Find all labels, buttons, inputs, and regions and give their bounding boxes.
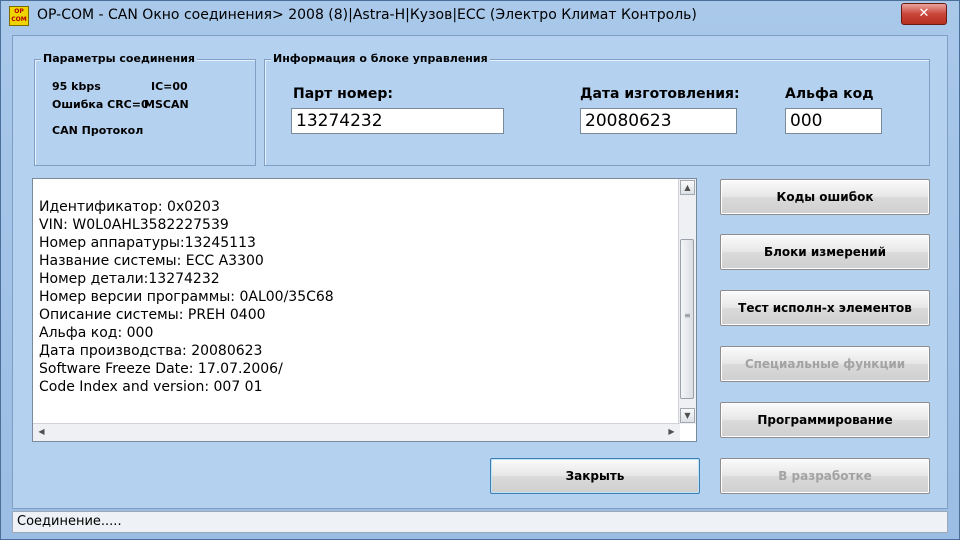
manufacture-date-field[interactable]: 20080623 — [580, 108, 737, 134]
info-line: Номер аппаратуры:13245113 — [39, 235, 256, 251]
special-functions-button[interactable]: Специальные функции — [720, 346, 930, 382]
info-line: Дата производства: 20080623 — [39, 343, 263, 359]
crc-error-count: Ошибка CRC=0 — [52, 98, 149, 111]
in-development-button[interactable]: В разработке — [720, 458, 930, 494]
part-number-field[interactable]: 13274232 — [291, 108, 504, 134]
close-window-button[interactable]: ✕ — [901, 3, 947, 25]
info-line: Идентификатор: 0x0203 — [39, 199, 220, 215]
part-number-label: Парт номер: — [293, 86, 394, 102]
window-title: OP-COM - CAN Окно соединения> 2008 (8)|A… — [37, 7, 697, 23]
measurement-blocks-button[interactable]: Блоки измерений — [720, 234, 930, 270]
fault-codes-button[interactable]: Коды ошибок — [720, 179, 930, 215]
info-line: Альфа код: 000 — [39, 325, 154, 341]
app-logo-icon: OP COM — [9, 6, 29, 26]
scroll-left-icon[interactable]: ◀ — [34, 425, 49, 440]
info-line: VIN: W0L0AHL3582227539 — [39, 217, 229, 233]
manufacture-date-label: Дата изготовления: — [580, 86, 740, 102]
mscan-label: MSCAN — [144, 98, 189, 111]
actuator-test-button[interactable]: Тест исполн-х элементов — [720, 290, 930, 326]
connection-speed: 95 kbps — [52, 80, 101, 93]
scroll-down-icon[interactable]: ▼ — [680, 408, 695, 423]
scroll-grip-icon: ≡ — [684, 311, 691, 320]
info-line: Название системы: ECC A3300 — [39, 253, 264, 269]
alpha-code-field[interactable]: 000 — [785, 108, 882, 134]
info-line: Номер версии программы: 0AL00/35C68 — [39, 289, 334, 305]
status-text: Соединение..... — [17, 514, 122, 529]
connection-ic: IC=00 — [151, 80, 188, 93]
status-bar: Соединение..... — [12, 511, 948, 533]
ecu-info-title: Информация о блоке управления — [271, 52, 490, 65]
programming-button[interactable]: Программирование — [720, 402, 930, 438]
close-button[interactable]: Закрыть — [490, 458, 700, 494]
info-line: Описание системы: PREH 0400 — [39, 307, 266, 323]
scroll-up-icon[interactable]: ▲ — [680, 180, 695, 195]
vertical-scrollbar[interactable]: ▲ ≡ ▼ — [678, 179, 696, 424]
app-window: OP COM OP-COM - CAN Окно соединения> 200… — [0, 0, 960, 540]
connection-params-title: Параметры соединения — [41, 52, 197, 65]
alpha-code-label: Альфа код — [785, 86, 874, 102]
title-bar[interactable]: OP COM OP-COM - CAN Окно соединения> 200… — [1, 1, 959, 33]
info-line: Номер детали:13274232 — [39, 271, 220, 287]
client-area: Параметры соединения 95 kbps IC=00 Ошибк… — [12, 35, 948, 509]
scroll-right-icon[interactable]: ▶ — [664, 425, 679, 440]
ecu-info-group: Информация о блоке управления Парт номер… — [264, 52, 930, 166]
connection-params-group: Параметры соединения 95 kbps IC=00 Ошибк… — [34, 52, 256, 166]
ecu-info-text-area[interactable]: Идентификатор: 0x0203 VIN: W0L0AHL358222… — [32, 178, 697, 442]
horizontal-scrollbar[interactable]: ◀ ▶ — [33, 423, 680, 441]
info-line: Software Freeze Date: 17.07.2006/ — [39, 361, 283, 377]
vertical-scroll-thumb[interactable]: ≡ — [680, 239, 694, 399]
info-line: Code Index and version: 007 01 — [39, 379, 263, 395]
protocol-label: CAN Протокол — [52, 124, 144, 137]
